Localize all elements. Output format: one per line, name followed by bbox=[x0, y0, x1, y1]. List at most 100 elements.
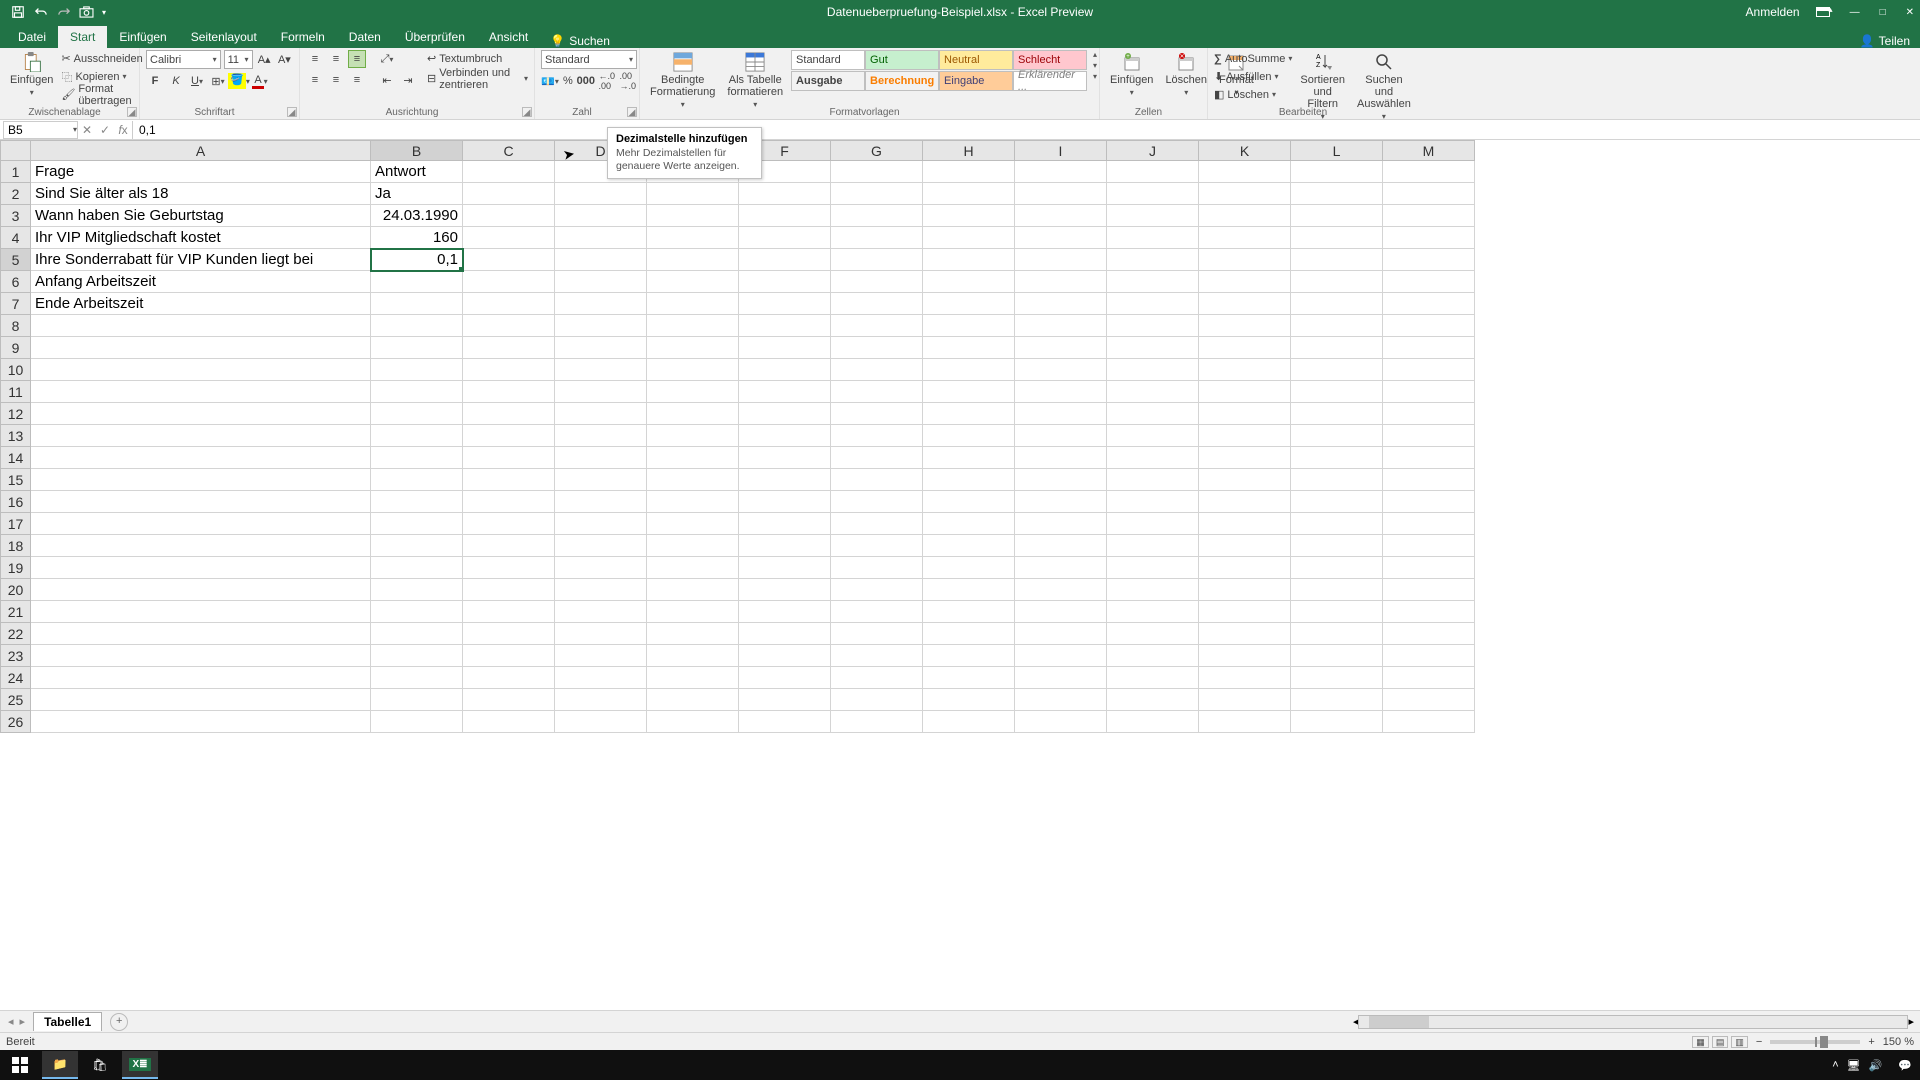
cell[interactable] bbox=[739, 337, 831, 359]
merge-center-button[interactable]: ⊟Verbinden und zentrieren ▾ bbox=[427, 70, 528, 87]
cell[interactable] bbox=[1291, 381, 1383, 403]
row-header[interactable]: 7 bbox=[1, 293, 31, 315]
cell[interactable] bbox=[1199, 161, 1291, 183]
cell[interactable] bbox=[1291, 227, 1383, 249]
cell[interactable] bbox=[1383, 535, 1475, 557]
cell[interactable] bbox=[1199, 315, 1291, 337]
cell[interactable] bbox=[1199, 227, 1291, 249]
cell[interactable] bbox=[739, 447, 831, 469]
cell[interactable] bbox=[831, 557, 923, 579]
align-bottom-button[interactable]: ≡ bbox=[348, 50, 366, 68]
cell[interactable] bbox=[923, 425, 1015, 447]
cell[interactable] bbox=[923, 293, 1015, 315]
undo-icon[interactable] bbox=[33, 5, 48, 20]
cell[interactable] bbox=[1291, 513, 1383, 535]
cell[interactable] bbox=[31, 579, 371, 601]
view-page-break-button[interactable]: ▥ bbox=[1731, 1036, 1748, 1048]
cell[interactable] bbox=[1291, 425, 1383, 447]
cell[interactable]: Antwort bbox=[371, 161, 463, 183]
column-header[interactable]: A bbox=[31, 141, 371, 161]
cell[interactable] bbox=[831, 359, 923, 381]
cell[interactable] bbox=[739, 293, 831, 315]
cell[interactable] bbox=[1015, 161, 1107, 183]
cell[interactable] bbox=[1015, 601, 1107, 623]
cell[interactable] bbox=[463, 711, 555, 733]
number-dialog-launcher[interactable]: ◢ bbox=[627, 107, 637, 117]
cell[interactable] bbox=[831, 601, 923, 623]
cell[interactable] bbox=[1015, 271, 1107, 293]
cell[interactable] bbox=[647, 491, 739, 513]
cell[interactable] bbox=[463, 579, 555, 601]
camera-icon[interactable] bbox=[79, 5, 94, 20]
cell[interactable] bbox=[1107, 601, 1199, 623]
cell[interactable] bbox=[831, 381, 923, 403]
cell[interactable] bbox=[555, 711, 647, 733]
cell[interactable] bbox=[1383, 645, 1475, 667]
cell[interactable] bbox=[463, 469, 555, 491]
cell[interactable] bbox=[1015, 337, 1107, 359]
underline-button[interactable]: U▾ bbox=[188, 72, 206, 90]
cell[interactable] bbox=[1107, 667, 1199, 689]
cell[interactable] bbox=[1383, 447, 1475, 469]
cell[interactable] bbox=[831, 689, 923, 711]
cell[interactable] bbox=[1015, 491, 1107, 513]
cell[interactable] bbox=[1107, 161, 1199, 183]
accounting-format-button[interactable]: 💶▾ bbox=[541, 72, 559, 90]
borders-button[interactable]: ⊞▾ bbox=[209, 72, 227, 90]
cell[interactable] bbox=[463, 667, 555, 689]
name-box[interactable]: B5▾ bbox=[3, 121, 78, 139]
cell[interactable]: Ende Arbeitszeit bbox=[31, 293, 371, 315]
hscroll-right[interactable]: ▸ bbox=[1908, 1015, 1914, 1028]
cell[interactable] bbox=[1291, 491, 1383, 513]
alignment-dialog-launcher[interactable]: ◢ bbox=[522, 107, 532, 117]
cell[interactable] bbox=[831, 161, 923, 183]
style-neutral[interactable]: Neutral bbox=[939, 50, 1013, 70]
cell[interactable] bbox=[1291, 183, 1383, 205]
redo-icon[interactable] bbox=[56, 5, 71, 20]
conditional-formatting-button[interactable]: Bedingte Formatierung▾ bbox=[646, 50, 719, 111]
cell[interactable] bbox=[1291, 315, 1383, 337]
cell[interactable] bbox=[1107, 359, 1199, 381]
cell[interactable] bbox=[1107, 425, 1199, 447]
cell[interactable] bbox=[923, 667, 1015, 689]
cell[interactable] bbox=[1015, 403, 1107, 425]
cell[interactable] bbox=[923, 447, 1015, 469]
confirm-edit-icon[interactable]: ✓ bbox=[96, 123, 114, 137]
cell[interactable] bbox=[1383, 227, 1475, 249]
cell[interactable] bbox=[31, 425, 371, 447]
start-button[interactable] bbox=[2, 1051, 38, 1079]
cell[interactable] bbox=[647, 315, 739, 337]
shrink-font-button[interactable]: A▾ bbox=[276, 51, 293, 69]
tab-review[interactable]: Überprüfen bbox=[393, 26, 477, 48]
cell[interactable] bbox=[1107, 645, 1199, 667]
cell[interactable] bbox=[1107, 337, 1199, 359]
cell[interactable] bbox=[1199, 513, 1291, 535]
cell[interactable] bbox=[1383, 381, 1475, 403]
cell[interactable] bbox=[1291, 337, 1383, 359]
cell[interactable] bbox=[463, 249, 555, 271]
minimize-icon[interactable]: — bbox=[1850, 7, 1860, 18]
column-header[interactable]: I bbox=[1015, 141, 1107, 161]
cell[interactable] bbox=[831, 293, 923, 315]
cell[interactable] bbox=[1199, 249, 1291, 271]
cell[interactable] bbox=[1291, 711, 1383, 733]
cell[interactable] bbox=[463, 183, 555, 205]
worksheet-grid[interactable]: ABCDEFGHIJKLM1FrageAntwort2Sind Sie älte… bbox=[0, 140, 1920, 1010]
cell[interactable] bbox=[1383, 469, 1475, 491]
cell[interactable] bbox=[1199, 579, 1291, 601]
cell[interactable] bbox=[555, 601, 647, 623]
row-header[interactable]: 12 bbox=[1, 403, 31, 425]
clear-button[interactable]: ◧ Löschen ▾ bbox=[1214, 86, 1292, 103]
cell[interactable] bbox=[739, 183, 831, 205]
cell[interactable] bbox=[1383, 689, 1475, 711]
row-header[interactable]: 14 bbox=[1, 447, 31, 469]
cell[interactable] bbox=[463, 271, 555, 293]
cell[interactable] bbox=[1015, 293, 1107, 315]
cell[interactable]: Sind Sie älter als 18 bbox=[31, 183, 371, 205]
cell[interactable] bbox=[923, 491, 1015, 513]
cell[interactable] bbox=[1015, 359, 1107, 381]
cell[interactable] bbox=[371, 645, 463, 667]
styles-scroll-down[interactable]: ▾ bbox=[1093, 61, 1097, 70]
cell[interactable]: Anfang Arbeitszeit bbox=[31, 271, 371, 293]
cell[interactable] bbox=[739, 491, 831, 513]
